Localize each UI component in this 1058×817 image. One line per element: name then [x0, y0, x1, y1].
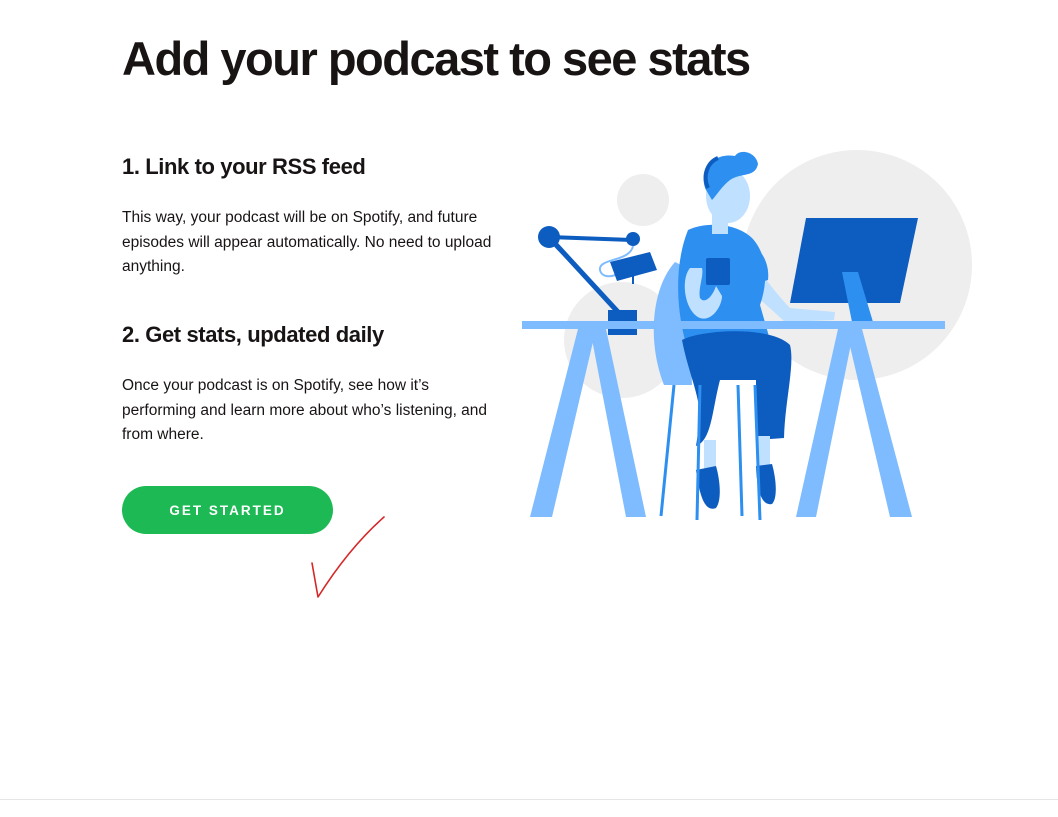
step-2-heading: 2. Get stats, updated daily [122, 322, 384, 347]
step-2-description: Once your podcast is on Spotify, see how… [122, 377, 488, 443]
page-title: Add your podcast to see stats [122, 32, 751, 85]
podcaster-at-desk-illustration [522, 150, 972, 521]
footer-divider [0, 799, 1058, 800]
step-1-description: This way, your podcast will be on Spotif… [122, 209, 492, 275]
red-check-mark-icon [311, 516, 385, 598]
step-1-heading: 1. Link to your RSS feed [122, 154, 366, 179]
